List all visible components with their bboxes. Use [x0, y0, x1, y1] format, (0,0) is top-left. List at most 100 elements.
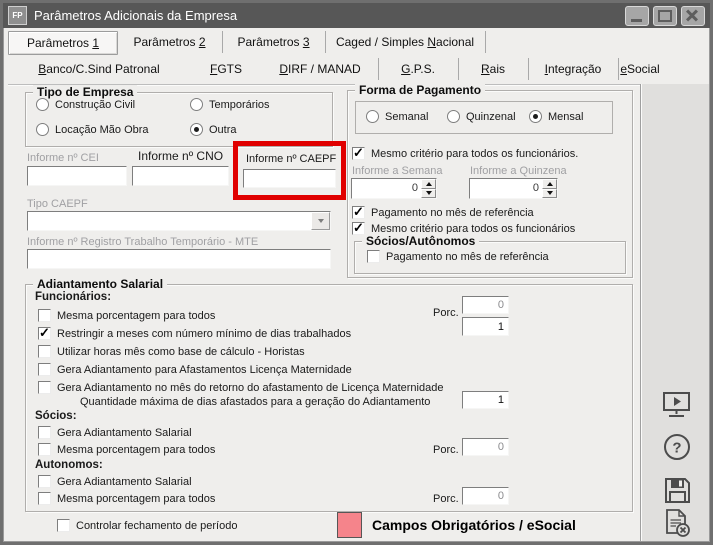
- cancel-document-icon: [661, 507, 692, 538]
- app-fp-icon: FP: [8, 6, 27, 25]
- label-tipo-caepf: Tipo CAEPF: [27, 198, 88, 210]
- checkbox-socios-gera-adiantamento[interactable]: Gera Adiantamento Salarial: [38, 426, 192, 439]
- quinzena-spinner[interactable]: 0: [469, 178, 558, 199]
- header-funcionarios: Funcionários:: [35, 291, 111, 303]
- tab-integracao[interactable]: Integração: [528, 58, 619, 80]
- funcionarios-porc-input[interactable]: [462, 296, 509, 314]
- svg-text:?: ?: [672, 439, 681, 456]
- checkbox-icon[interactable]: [38, 426, 51, 439]
- radio-icon[interactable]: [366, 110, 379, 123]
- cei-input[interactable]: [27, 166, 127, 186]
- checkbox-gera-afastamentos[interactable]: Gera Adiantamento para Afastamentos Lice…: [38, 363, 352, 376]
- tab-parametros-3[interactable]: Parâmetros 3: [222, 31, 326, 53]
- required-field-color-swatch: [337, 512, 362, 538]
- tab-banco-csind-patronal[interactable]: Banco/C.Sind Patronal: [8, 58, 190, 80]
- label-informe-cei: Informe nº CEI: [27, 152, 99, 164]
- checkbox-autonomos-mesma-porcentagem[interactable]: Mesma porcentagem para todos: [38, 492, 215, 505]
- radio-icon[interactable]: [529, 110, 542, 123]
- tipo-caepf-dropdown[interactable]: [27, 211, 331, 231]
- maximize-button[interactable]: [653, 6, 677, 26]
- radio-icon[interactable]: [190, 98, 203, 111]
- spin-up-icon[interactable]: [421, 179, 436, 189]
- spin-down-icon[interactable]: [542, 189, 557, 199]
- socios-porc-input[interactable]: [462, 438, 509, 456]
- checkbox-pagamento-mes-referencia[interactable]: Pagamento no mês de referência: [352, 206, 534, 219]
- video-tutorial-button[interactable]: [660, 388, 693, 421]
- checkbox-gera-retorno-maternidade[interactable]: Gera Adiantamento no mês do retorno do a…: [38, 381, 443, 394]
- label-porc-socios: Porc.: [433, 444, 459, 456]
- minimize-button[interactable]: [625, 6, 649, 26]
- checkbox-icon[interactable]: [38, 327, 51, 340]
- checkbox-icon[interactable]: [38, 309, 51, 322]
- radio-temporarios[interactable]: Temporários: [190, 98, 270, 111]
- close-button[interactable]: [681, 6, 705, 26]
- label-porc-autonomos: Porc.: [433, 493, 459, 505]
- checkbox-icon[interactable]: [38, 492, 51, 505]
- label-quantidade-maxima: Quantidade máxima de dias afastados para…: [80, 396, 430, 408]
- min-dias-input[interactable]: [462, 317, 509, 336]
- checkbox-restringir-meses[interactable]: Restringir a meses com número mínimo de …: [38, 327, 351, 340]
- checkbox-socios-mesma-porcentagem[interactable]: Mesma porcentagem para todos: [38, 443, 215, 456]
- save-button[interactable]: [660, 473, 693, 506]
- radio-icon[interactable]: [36, 123, 49, 136]
- chevron-down-icon[interactable]: [311, 212, 330, 230]
- checkbox-mesma-porcentagem-funcionarios[interactable]: Mesma porcentagem para todos: [38, 309, 215, 322]
- spin-up-icon[interactable]: [542, 179, 557, 189]
- maximize-icon: [658, 10, 672, 22]
- header-socios: Sócios:: [35, 410, 77, 422]
- save-icon: [662, 475, 692, 505]
- help-button[interactable]: ?: [660, 430, 693, 463]
- cancel-document-button[interactable]: [660, 506, 693, 539]
- label-porc-funcionarios: Porc.: [433, 307, 459, 319]
- autonomos-porc-input[interactable]: [462, 487, 509, 505]
- checkbox-icon[interactable]: [38, 381, 51, 394]
- tab-parametros-1[interactable]: Parâmetros 1: [8, 31, 118, 55]
- help-icon: ?: [662, 432, 692, 462]
- radio-semanal[interactable]: Semanal: [366, 110, 428, 123]
- tab-dirf-manad[interactable]: DIRF / MANAD: [262, 58, 379, 80]
- checkbox-horistas[interactable]: Utilizar horas mês como base de cálculo …: [38, 345, 305, 358]
- radio-icon[interactable]: [190, 123, 203, 136]
- radio-locacao-mao-obra[interactable]: Locação Mão Obra: [36, 123, 149, 136]
- radio-outra[interactable]: Outra: [190, 123, 237, 136]
- required-fields-legend: Campos Obrigatórios / eSocial: [372, 517, 576, 533]
- caepf-required-highlight: [233, 141, 346, 200]
- semana-spinner[interactable]: 0: [351, 178, 437, 199]
- checkbox-socios-pagamento-mes[interactable]: Pagamento no mês de referência: [367, 250, 549, 263]
- checkbox-icon[interactable]: [38, 345, 51, 358]
- checkbox-controlar-fechamento[interactable]: Controlar fechamento de período: [57, 519, 237, 532]
- label-registro-mte: Informe nº Registro Trabalho Temporário …: [27, 236, 258, 248]
- checkbox-icon[interactable]: [352, 206, 365, 219]
- title-bar: FP Parâmetros Adicionais da Empresa: [3, 3, 710, 28]
- tab-rais[interactable]: Rais: [458, 58, 529, 80]
- header-autonomos: Autonomos:: [35, 459, 103, 471]
- tab-fgts[interactable]: FGTS: [190, 58, 262, 80]
- radio-construcao-civil[interactable]: Construção Civil: [36, 98, 135, 111]
- checkbox-icon[interactable]: [367, 250, 380, 263]
- checkbox-icon[interactable]: [38, 443, 51, 456]
- spin-down-icon[interactable]: [421, 189, 436, 199]
- registro-mte-input[interactable]: [27, 249, 331, 269]
- radio-quinzenal[interactable]: Quinzenal: [447, 110, 516, 123]
- label-informe-cno: Informe nº CNO: [138, 149, 223, 163]
- label-informe-quinzena: Informe a Quinzena: [470, 165, 567, 177]
- minimize-icon: [631, 19, 642, 22]
- checkbox-icon[interactable]: [352, 147, 365, 160]
- checkbox-autonomos-gera-adiantamento[interactable]: Gera Adiantamento Salarial: [38, 475, 192, 488]
- tab-parametros-2[interactable]: Parâmetros 2: [117, 31, 223, 53]
- radio-icon[interactable]: [36, 98, 49, 111]
- checkbox-icon[interactable]: [38, 363, 51, 376]
- content-separator: [640, 84, 641, 541]
- tab-caged-simples-nacional[interactable]: Caged / Simples Nacional: [325, 31, 486, 53]
- checkbox-mesmo-criterio-funcionarios[interactable]: Mesmo critério para todos os funcionário…: [352, 147, 578, 160]
- radio-icon[interactable]: [447, 110, 460, 123]
- video-tutorial-icon: [660, 390, 693, 420]
- cno-input[interactable]: [132, 166, 229, 186]
- quantidade-maxima-input[interactable]: [462, 391, 509, 409]
- radio-mensal[interactable]: Mensal: [529, 110, 583, 123]
- checkbox-icon[interactable]: [57, 519, 70, 532]
- tab-gps[interactable]: G.P.S.: [378, 58, 459, 80]
- tab-esocial[interactable]: eSocial: [618, 58, 662, 80]
- checkbox-icon[interactable]: [38, 475, 51, 488]
- window-title: Parâmetros Adicionais da Empresa: [34, 8, 237, 23]
